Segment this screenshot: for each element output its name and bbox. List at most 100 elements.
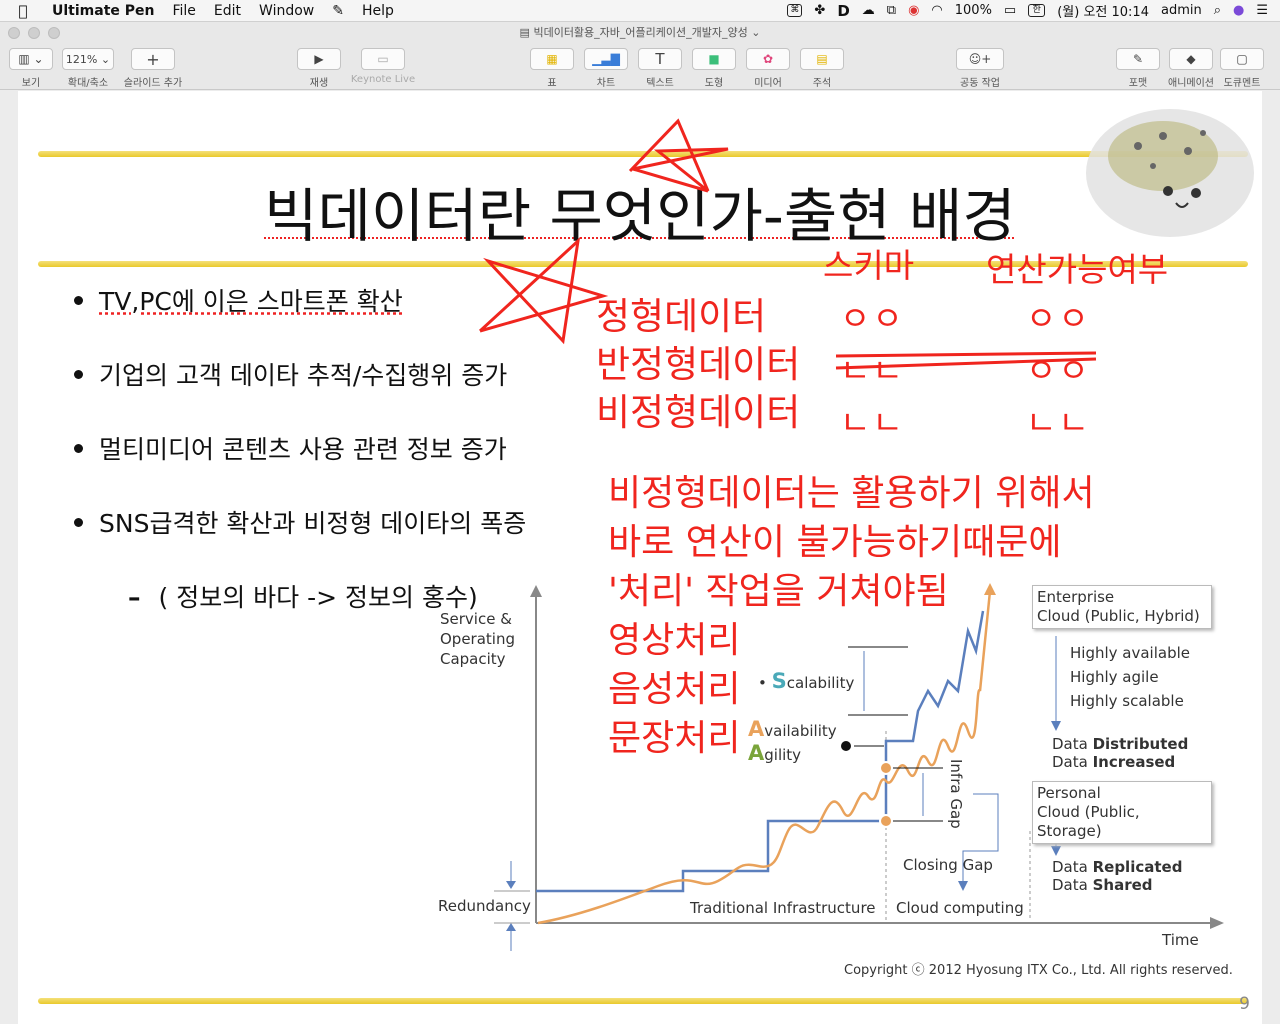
zoom-select[interactable]: 121% ⌄ <box>62 48 114 70</box>
document-tool[interactable]: ▢ 도큐멘트 <box>1220 48 1264 89</box>
table-tool[interactable]: ▦ 표 <box>530 48 574 89</box>
text-icon[interactable]: T <box>638 48 682 70</box>
compute-mark-2: ㅇㅇ <box>1026 351 1091 390</box>
record-icon[interactable]: ◉ <box>908 3 919 18</box>
close-window-button[interactable] <box>8 27 20 39</box>
menu-bar:  Ultimate Pen File Edit Window ✎ Help ⌘… <box>0 0 1280 22</box>
pen-icon[interactable]: ✎ <box>323 3 353 19</box>
slide[interactable]: 빅데이터란 무엇인가-출현 배경 TV,PC에 이은 스마트폰 확산 기업의 고… <box>18 91 1262 1024</box>
minimize-window-button[interactable] <box>28 27 40 39</box>
schema-mark-2: ㄴㄴ <box>840 351 905 390</box>
shape-tool[interactable]: ■ 도형 <box>692 48 736 89</box>
annotation-note: 비정형데이터는 활용하기 위해서 바로 연산이 불가능하기때문에 '처리' 작업… <box>608 469 1095 763</box>
apple-menu-icon[interactable]:  <box>0 2 46 20</box>
add-slide-tool[interactable]: + 슬라이드 추가 <box>120 48 186 89</box>
play-icon[interactable]: ▶ <box>297 48 341 70</box>
format-icon[interactable]: ✎ <box>1116 48 1160 70</box>
view-label: 보기 <box>21 78 41 89</box>
zoom-value: 121% <box>65 52 98 66</box>
document-label: 도큐멘트 <box>1223 78 1261 89</box>
animate-tool[interactable]: ◆ 애니메이션 <box>1166 48 1216 89</box>
comment-tool[interactable]: ▤ 주석 <box>800 48 844 89</box>
note-line-4: 영상처리 <box>608 620 741 661</box>
zoom-label: 확대/축소 <box>67 78 109 89</box>
annotation-schema-header: 스키마 <box>823 246 915 285</box>
toolbar: ▥ ⌄ 보기 121% ⌄ 확대/축소 + 슬라이드 추가 ▶ 재생 ▭ Key… <box>0 44 1280 90</box>
window-title-bar: ▤ 빅데이터활용_자바_어플리케이션_개발자_양성 ⌄ <box>0 22 1280 44</box>
compute-mark-3: ㄴㄴ <box>1026 403 1091 442</box>
compute-mark-1: ㅇㅇ <box>1026 299 1091 338</box>
menu-file[interactable]: File <box>163 3 204 19</box>
chart-tool[interactable]: ▁▃▇ 차트 <box>584 48 628 89</box>
cloud-icon[interactable]: ☁ <box>862 3 875 18</box>
battery-label: 100% <box>954 3 992 18</box>
note-line-2: 바로 연산이 불가능하기때문에 <box>608 522 1062 563</box>
user-name[interactable]: admin <box>1161 3 1202 18</box>
schema-mark-3: ㄴㄴ <box>840 403 905 442</box>
annotation-schema-marks: ㅇㅇ ㄴㄴ ㄴㄴ <box>840 293 905 449</box>
dropbox-icon[interactable]: ✤ <box>814 3 825 18</box>
app-menu[interactable]: Ultimate Pen <box>46 3 163 19</box>
annotation-compute-header: 연산가능여부 <box>986 250 1169 289</box>
title-chevron-icon[interactable]: ⌄ <box>751 26 760 39</box>
annotation-compute-marks: ㅇㅇ ㅇㅇ ㄴㄴ <box>1026 293 1091 449</box>
format-label: 포맷 <box>1128 78 1148 89</box>
add-slide-icon[interactable]: + <box>131 48 175 70</box>
keynote-live-label: Keynote Live <box>350 74 416 85</box>
chart-icon[interactable]: ▁▃▇ <box>584 48 628 70</box>
collaborate-icon[interactable]: ☺+ <box>956 48 1004 70</box>
add-slide-label: 슬라이드 추가 <box>123 78 183 89</box>
collaborate-label: 공동 작업 <box>960 78 1000 89</box>
view-tool[interactable]: ▥ ⌄ 보기 <box>8 48 54 89</box>
shape-label: 도형 <box>704 78 724 89</box>
chart-label: 차트 <box>596 78 616 89</box>
table-label: 표 <box>547 78 557 89</box>
window-icon[interactable]: ⧉ <box>887 3 896 18</box>
document-inspector-icon[interactable]: ▢ <box>1220 48 1264 70</box>
text-label: 텍스트 <box>646 78 674 89</box>
annotation-structured: 정형데이터 <box>596 295 767 338</box>
document-icon: ▤ <box>519 26 530 39</box>
zoom-window-button[interactable] <box>48 27 60 39</box>
clock[interactable]: (월) 오전 10:14 <box>1057 1 1149 20</box>
battery-icon[interactable]: ▭ <box>1004 3 1016 18</box>
window-title[interactable]: 빅데이터활용_자바_어플리케이션_개발자_양성 <box>533 26 747 39</box>
media-icon[interactable]: ✿ <box>746 48 790 70</box>
annotation-data-types: 정형데이터 반정형데이터 비정형데이터 <box>596 293 800 437</box>
table-icon[interactable]: ▦ <box>530 48 574 70</box>
star-doodle-1 <box>628 118 729 193</box>
notification-center-icon[interactable]: ☰ <box>1256 3 1268 18</box>
command-icon[interactable]: ⌘ <box>787 4 803 17</box>
keynote-live-icon[interactable]: ▭ <box>361 48 405 70</box>
media-tool[interactable]: ✿ 미디어 <box>746 48 790 89</box>
zoom-tool[interactable]: 121% ⌄ 확대/축소 <box>62 48 114 89</box>
collaborate-tool[interactable]: ☺+ 공동 작업 <box>952 48 1008 89</box>
play-tool[interactable]: ▶ 재생 <box>296 48 342 89</box>
menu-help[interactable]: Help <box>353 3 403 19</box>
comment-icon[interactable]: ▤ <box>800 48 844 70</box>
wifi-icon[interactable]: ◠ <box>931 3 942 18</box>
slide-canvas[interactable]: 빅데이터란 무엇인가-출현 배경 TV,PC에 이은 스마트폰 확산 기업의 고… <box>0 91 1280 1024</box>
comment-label: 주석 <box>812 78 832 89</box>
note-line-5: 음성처리 <box>608 669 741 710</box>
keynote-live-tool[interactable]: ▭ Keynote Live <box>348 48 418 85</box>
star-doodle-2 <box>478 237 609 345</box>
text-tool[interactable]: T 텍스트 <box>638 48 682 89</box>
spotlight-icon[interactable]: ⌕ <box>1214 3 1221 18</box>
view-icon[interactable]: ▥ ⌄ <box>9 48 53 70</box>
animate-icon[interactable]: ◆ <box>1169 48 1213 70</box>
d-app-icon[interactable]: D <box>837 2 849 20</box>
note-line-3: '처리' 작업을 거쳐야됨 <box>608 571 949 612</box>
input-mode[interactable]: 한 <box>1028 4 1046 17</box>
note-line-1: 비정형데이터는 활용하기 위해서 <box>608 473 1095 514</box>
format-tool[interactable]: ✎ 포맷 <box>1116 48 1160 89</box>
media-label: 미디어 <box>754 78 782 89</box>
siri-icon[interactable]: ● <box>1233 3 1244 18</box>
note-line-6: 문장처리 <box>608 718 741 759</box>
annotation-semistructured: 반정형데이터 <box>596 343 801 386</box>
menu-edit[interactable]: Edit <box>205 3 250 19</box>
animate-label: 애니메이션 <box>1168 78 1214 89</box>
shape-icon[interactable]: ■ <box>692 48 736 70</box>
annotation-unstructured: 비정형데이터 <box>596 391 801 434</box>
menu-window[interactable]: Window <box>250 3 323 19</box>
